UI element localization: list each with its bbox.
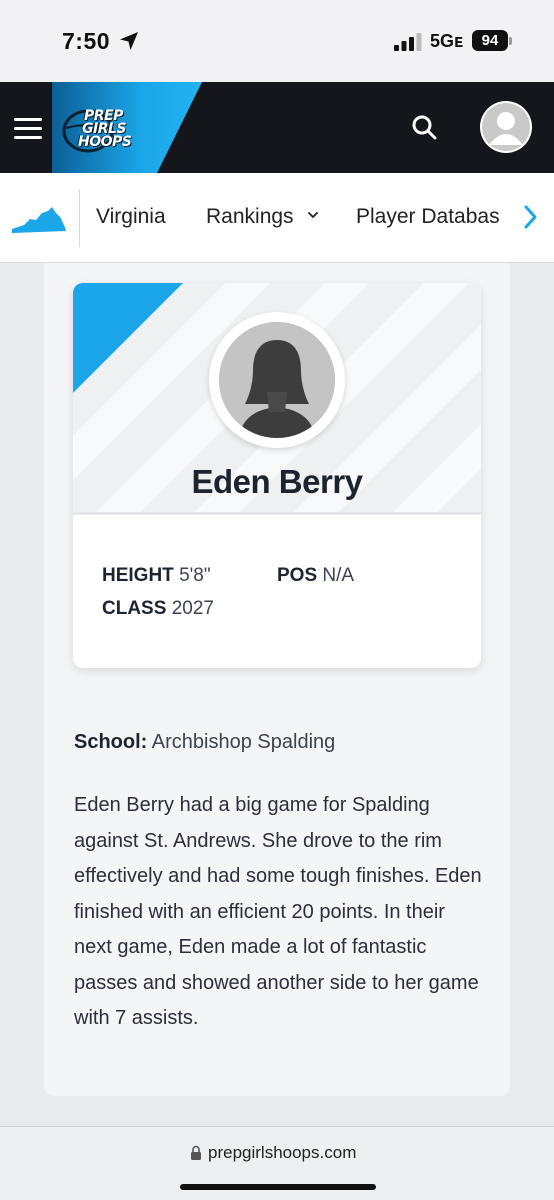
player-bio: Eden Berry had a big game for Spalding a…	[74, 794, 482, 1029]
subnav-scroll-right-button[interactable]	[508, 173, 554, 262]
hamburger-menu-icon[interactable]	[14, 118, 42, 140]
cellular-signal-icon	[394, 33, 422, 51]
school-value: Archbishop Spalding	[151, 731, 336, 753]
pos-value: N/A	[322, 565, 355, 586]
url-text[interactable]: prepgirlshoops.com	[208, 1143, 356, 1163]
battery-indicator: 94	[472, 30, 508, 51]
virginia-state-icon[interactable]	[10, 207, 68, 233]
battery-tip	[509, 37, 512, 45]
user-avatar-icon	[482, 103, 530, 151]
nav-item-player-database[interactable]: Player Databas	[356, 205, 508, 229]
chevron-down-icon	[308, 212, 318, 219]
stat-pos: POS N/A	[277, 565, 354, 587]
player-photo-frame	[209, 312, 345, 448]
home-indicator[interactable]	[180, 1184, 376, 1190]
player-profile-card: Eden Berry HEIGHT 5'8" POS N/A CLASS 202…	[73, 283, 481, 668]
height-value: 5'8"	[179, 565, 211, 586]
pos-label: POS	[277, 565, 318, 586]
user-avatar-button[interactable]	[480, 101, 532, 153]
player-name: Eden Berry	[191, 463, 363, 500]
logo-text-hoops: HOOPS	[78, 134, 132, 150]
height-label: HEIGHT	[102, 565, 174, 586]
stat-class: CLASS 2027	[102, 598, 214, 620]
network-type: 5Gᴇ	[430, 31, 464, 51]
lock-icon	[191, 1145, 201, 1160]
school-label: School:	[74, 731, 148, 753]
player-photo	[219, 322, 335, 438]
stat-height: HEIGHT 5'8"	[102, 565, 211, 587]
status-time: 7:50	[62, 28, 111, 54]
location-arrow-icon	[120, 32, 138, 50]
chevron-right-icon	[524, 205, 537, 229]
search-icon[interactable]	[410, 113, 438, 141]
placeholder-silhouette-icon	[219, 322, 335, 438]
class-value: 2027	[171, 598, 214, 619]
nav-item-rankings[interactable]: Rankings	[206, 205, 294, 229]
class-label: CLASS	[102, 598, 167, 619]
school-line: School: Archbishop Spalding	[74, 731, 335, 754]
nav-item-virginia[interactable]: Virginia	[96, 205, 166, 229]
subnav-divider	[79, 189, 80, 247]
